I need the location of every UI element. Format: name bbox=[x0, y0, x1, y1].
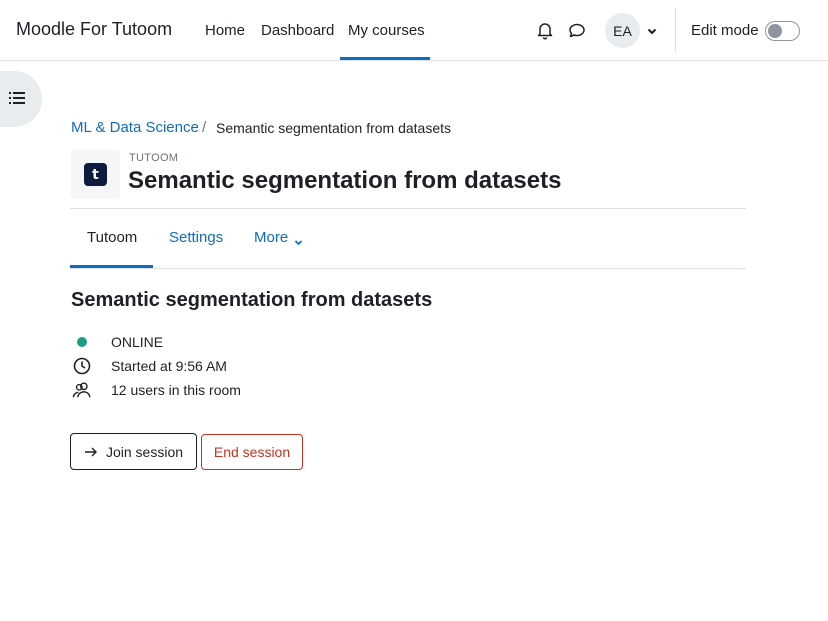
tab-more[interactable]: More bbox=[254, 229, 288, 246]
breadcrumb-course-link[interactable]: ML & Data Science bbox=[71, 119, 199, 136]
users-icon bbox=[72, 380, 92, 400]
nav-link-my-courses[interactable]: My courses bbox=[348, 22, 425, 39]
session-users-count: 12 users in this room bbox=[111, 382, 241, 398]
clock-icon bbox=[72, 356, 92, 376]
breadcrumb-current[interactable]: Semantic segmentation from datasets bbox=[216, 120, 451, 136]
arrow-right-icon bbox=[84, 447, 97, 456]
chevron-down-icon[interactable] bbox=[646, 24, 658, 36]
site-brand[interactable]: Moodle For Tutoom bbox=[16, 19, 172, 40]
nav-link-home[interactable]: Home bbox=[205, 22, 245, 39]
tabs-divider bbox=[70, 268, 746, 269]
module-type-label: TUTOOM bbox=[129, 152, 179, 164]
end-session-label: End session bbox=[213, 444, 291, 460]
more-chevron-down-icon[interactable] bbox=[294, 234, 303, 246]
end-session-button[interactable]: End session bbox=[201, 434, 303, 470]
navbar: Moodle For Tutoom Home Dashboard My cour… bbox=[0, 0, 828, 61]
session-title: Semantic segmentation from datasets bbox=[71, 289, 433, 311]
nav-active-indicator bbox=[340, 57, 430, 60]
online-status-dot-icon bbox=[72, 332, 92, 352]
join-session-label: Join session bbox=[105, 443, 184, 460]
chat-bubble-icon[interactable] bbox=[567, 20, 587, 40]
nav-link-dashboard[interactable]: Dashboard bbox=[261, 22, 334, 39]
header-divider bbox=[70, 208, 746, 209]
tab-settings[interactable]: Settings bbox=[169, 229, 223, 246]
bell-icon[interactable] bbox=[535, 20, 555, 40]
edit-mode-toggle[interactable] bbox=[765, 21, 800, 41]
tutoom-module-icon: t bbox=[71, 150, 120, 199]
nav-divider bbox=[675, 8, 676, 53]
toggle-knob bbox=[768, 24, 782, 38]
list-icon bbox=[9, 92, 25, 104]
edit-mode-label: Edit mode bbox=[691, 22, 759, 39]
breadcrumb-separator: / bbox=[202, 119, 207, 136]
session-status: ONLINE bbox=[111, 334, 164, 350]
tab-tutoom[interactable]: Tutoom bbox=[87, 229, 137, 246]
join-session-button[interactable]: Join session bbox=[70, 433, 197, 470]
course-index-toggle[interactable] bbox=[0, 71, 42, 127]
user-avatar[interactable]: EA bbox=[605, 13, 640, 48]
session-started-time: Started at 9:56 AM bbox=[111, 358, 227, 374]
page-title: Semantic segmentation from datasets bbox=[128, 167, 562, 194]
tutoom-logo-icon: t bbox=[84, 163, 107, 186]
